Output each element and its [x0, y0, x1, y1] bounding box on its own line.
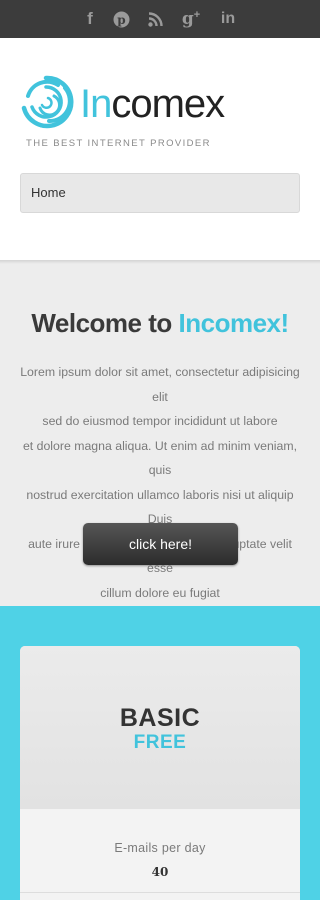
site-header: Incomex THE BEST INTERNET PROVIDER Home — [0, 38, 320, 260]
click-here-button[interactable]: click here! — [83, 523, 238, 565]
linkedin-icon[interactable]: in — [213, 0, 243, 38]
welcome-section: Welcome to Incomex! Lorem ipsum dolor si… — [0, 264, 320, 606]
swirl-logo-icon[interactable] — [18, 74, 74, 130]
google-plus-icon[interactable]: g + — [176, 0, 206, 38]
welcome-text: Lorem ipsum dolor sit amet, consectetur … — [20, 360, 300, 605]
welcome-text-line: sed do eiusmod tempor incididunt ut labo… — [42, 414, 278, 428]
welcome-text-line: et dolore magna aliqua. Ut enim ad minim… — [22, 438, 298, 478]
feature-label: E-mails per day — [114, 841, 206, 855]
plan-name: BASIC — [119, 704, 201, 732]
plan-price: FREE — [133, 732, 187, 753]
pricing-card: BASIC FREE E-mails per day 40 — [20, 646, 300, 900]
welcome-text-line: Lorem ipsum dolor sit amet, consectetur … — [20, 365, 300, 404]
brand-name[interactable]: Incomex — [80, 80, 225, 128]
welcome-title-accent: Incomex! — [178, 308, 290, 338]
social-bar: f p g + in — [0, 0, 320, 38]
feature-value: 40 — [151, 865, 169, 879]
pinterest-icon[interactable]: p — [106, 0, 136, 38]
feature-divider — [20, 892, 300, 893]
pricing-card-header: BASIC FREE — [20, 646, 300, 809]
brand-name-rest: comex — [111, 82, 225, 126]
welcome-title-prefix: Welcome to — [31, 308, 179, 338]
welcome-text-line: cillum dolore eu fugiat — [100, 585, 220, 600]
tagline: THE BEST INTERNET PROVIDER — [26, 138, 211, 149]
pricing-section: BASIC FREE E-mails per day 40 — [0, 606, 320, 900]
brand-name-accent: In — [80, 82, 112, 126]
rss-icon[interactable] — [140, 0, 170, 38]
welcome-title: Welcome to Incomex! — [0, 308, 320, 339]
svg-text:p: p — [117, 13, 125, 27]
facebook-icon[interactable]: f — [75, 0, 105, 38]
nav-select[interactable]: Home — [20, 173, 300, 213]
